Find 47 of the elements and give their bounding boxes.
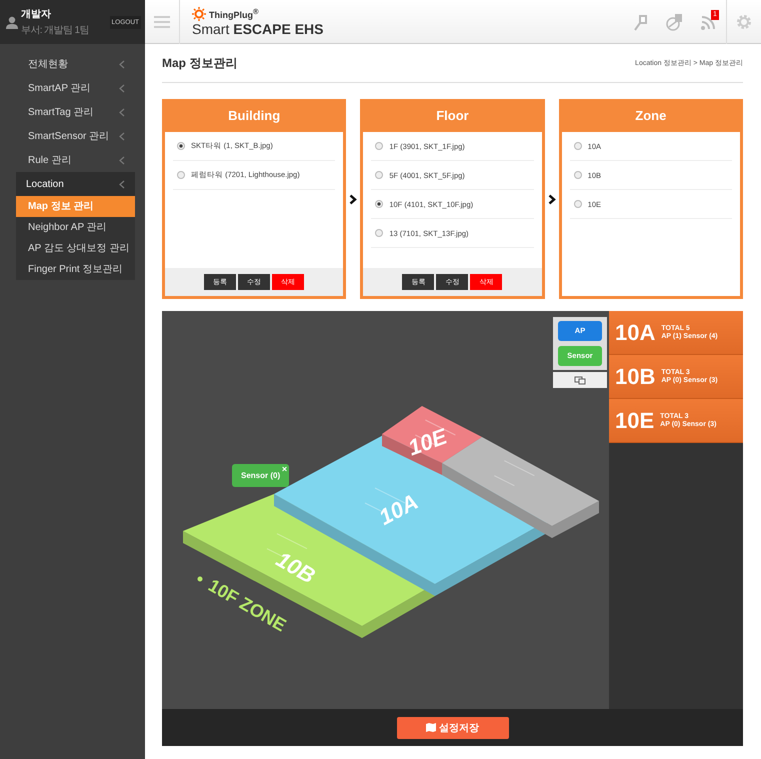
product-name: Smart ESCAPE EHS (192, 20, 324, 36)
radio-button[interactable] (375, 229, 384, 237)
radio-button[interactable] (375, 200, 384, 208)
zone-label: 10B (272, 546, 320, 588)
zone-name: 10B (615, 364, 656, 390)
radio-button[interactable] (375, 142, 384, 150)
sidebar-item[interactable]: Rule 관리 (18, 148, 135, 172)
page-title: Map 정보관리 (162, 54, 238, 72)
sidebar-item[interactable]: SmartAP 관리 (18, 76, 135, 100)
user-department: 부서: 개발팀 1팀 (21, 24, 90, 37)
radio-button[interactable] (574, 142, 582, 150)
toggle-button[interactable] (553, 372, 607, 388)
chevron-icon (119, 156, 125, 164)
menu-icon[interactable] (154, 16, 170, 28)
arrow-right-icon (349, 194, 358, 204)
sun-logo-icon (192, 6, 206, 20)
radio-button[interactable] (375, 171, 384, 179)
chevron-icon (119, 108, 125, 116)
user-icon (6, 16, 18, 28)
zone-label: 10E (404, 424, 450, 460)
chevron-icon (119, 84, 125, 92)
sidebar-item[interactable]: Location (16, 172, 135, 196)
arrow-right-icon (548, 194, 556, 204)
settings-icon[interactable] (735, 12, 753, 30)
zone-label: 10A (374, 488, 422, 530)
chevron-icon (119, 180, 125, 188)
radio-button[interactable] (177, 171, 185, 179)
radio-button[interactable] (574, 171, 582, 179)
chevron-icon (119, 60, 125, 68)
zone-name: 10A (615, 320, 656, 346)
sidebar-item[interactable]: SmartSensor 관리 (18, 124, 135, 148)
sidebar-item[interactable]: 전체현황 (18, 52, 135, 76)
radio-button[interactable] (177, 142, 185, 150)
sidebar-subitem[interactable]: Finger Print 정보관리 (16, 259, 135, 280)
chevron-icon (119, 132, 125, 140)
sidebar-item[interactable]: SmartTag 관리 (18, 100, 135, 124)
brand-name: ThingPlug$^{®}$ (209, 7, 259, 20)
sidebar-subitem[interactable]: AP 감도 상대보정 관리 (16, 238, 135, 259)
sidebar-subitem[interactable]: Neighbor AP 관리 (16, 217, 135, 238)
map-icon (426, 723, 436, 732)
user-name: 개발자 (21, 8, 52, 21)
panel-header: Floor (360, 99, 545, 132)
tag-icon[interactable] (666, 12, 684, 30)
radio-button[interactable] (574, 200, 582, 208)
pin-icon[interactable] (632, 12, 650, 30)
zone-name: 10E (615, 408, 654, 434)
screens-icon (574, 376, 586, 384)
